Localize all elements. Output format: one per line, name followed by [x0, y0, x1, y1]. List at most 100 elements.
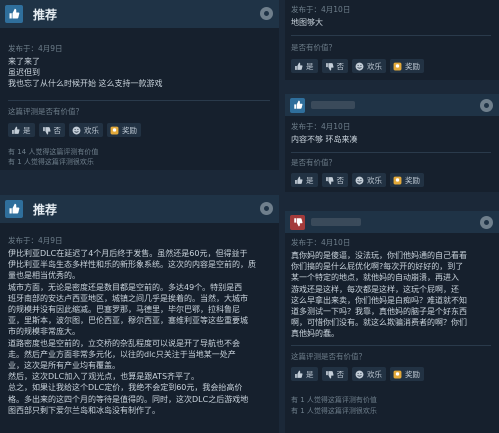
review-date: 发布于：4月10日 [291, 122, 351, 131]
vote-funny-button[interactable]: 欢乐 [352, 59, 386, 73]
recommended-label: 推荐 [33, 7, 58, 22]
vote-no-button[interactable]: 否 [321, 367, 348, 381]
smiley-icon [355, 62, 364, 71]
helpful-question: 这篇评测是否有价值？ [291, 352, 366, 361]
review-line: 来了来了 [8, 57, 40, 66]
award-icon [393, 176, 402, 185]
thumbs-up-icon [294, 62, 303, 71]
review-line: 伊比利亚半岛生态多样性和乐的新形象系统。这次的内容是空前的，质 [8, 260, 256, 270]
vote-funny-label: 欢乐 [367, 369, 382, 379]
review-card-1: 推荐 发布于：4月9日 来了来了 虽迟但到 我也忘了从什么时候开始 这么支持一款… [0, 0, 279, 170]
vote-no-label: 否 [53, 125, 62, 135]
vote-funny-button[interactable]: 欢乐 [352, 367, 386, 381]
award-button[interactable]: 奖励 [390, 59, 424, 73]
review-line: 班牙南部的安达卢西亚地区，城镇之间几乎是挨着的。当然，大城市 [8, 293, 248, 303]
thumbs-down-icon [290, 214, 305, 230]
smiley-icon [355, 176, 364, 185]
review-line: 市的规模非常庞大。 [8, 327, 80, 337]
helpful-count: 有 1 人觉得这篇评测有价值 [291, 396, 377, 404]
review-line: 量也是相当优秀的。 [8, 271, 80, 281]
review-line: 亚，里斯本，波尔图，巴伦西亚，穆尔西亚，塞维利亚等这些重要城 [8, 316, 248, 326]
review-line: 然后，这次DLC加入了观光点，也算是跟ATS齐平了。 [8, 372, 200, 382]
username-redacted [311, 218, 361, 226]
award-button[interactable]: 奖励 [390, 367, 424, 381]
vote-yes-label: 是 [306, 175, 314, 185]
review-card-4: 发布于：4月10日 内容不够 环岛来凑 是否有价值？ 是 否 欢乐 奖励 [285, 94, 499, 192]
vote-yes-button[interactable]: 是 [291, 367, 318, 381]
helpful-question: 是否有价值？ [291, 43, 336, 52]
helpful-question: 是否有价值？ [291, 158, 336, 167]
review-line: 地图够大 [291, 18, 323, 27]
thumbs-up-icon [294, 176, 303, 185]
thumbs-down-icon [325, 62, 334, 71]
thumbs-down-icon [325, 370, 334, 379]
review-line: 走。然后产业方面非常多元化，以往的dlc只关注于当地某一处产 [8, 349, 236, 359]
vote-no-button[interactable]: 否 [38, 123, 65, 137]
vote-yes-label: 是 [306, 369, 314, 379]
review-line: 真你妈的是傻逼，没法玩，你们他妈通的自己看看 [291, 251, 467, 260]
review-text: 来了来了 虽迟但到 我也忘了从什么时候开始 这么支持一款游戏 [8, 56, 163, 90]
review-header [285, 94, 499, 116]
vote-yes-button[interactable]: 是 [8, 123, 35, 137]
review-line: 业，这次是所有产业均有覆盖。 [8, 361, 120, 371]
award-label: 奖励 [405, 61, 420, 71]
review-date: 发布于：4月9日 [8, 44, 63, 53]
award-button[interactable]: 奖励 [107, 123, 141, 137]
review-text: 伊比利亚DLC在延迟了4个月后终于发售。虽然还是60元，但得益于 伊比利亚半岛生… [8, 248, 256, 416]
thumbs-up-icon [294, 370, 303, 379]
vote-no-label: 否 [336, 61, 345, 71]
thumbs-up-icon [5, 5, 23, 23]
review-header: 推荐 [0, 195, 279, 223]
thumbs-down-icon [325, 176, 334, 185]
vote-no-label: 否 [336, 175, 345, 185]
award-icon [393, 62, 402, 71]
review-line: 道路密度也是空前的，立交桥的杂乱程度可以说是开了导航也不会 [8, 338, 240, 348]
review-card-3: 发布于：4月10日 地图够大 是否有价值？ 是 否 欢乐 奖励 [285, 0, 499, 80]
award-icon [110, 126, 119, 135]
helpful-question: 这篇评测是否有价值？ [8, 107, 83, 116]
review-line: 格。多出来的这四个月的等待是值得的。同时，这次DLC之后游戏地 [8, 394, 249, 404]
divider [291, 345, 491, 346]
award-label: 奖励 [405, 175, 420, 185]
thumbs-up-icon [5, 200, 23, 218]
funny-count: 有 1 人觉得这篇评测很欢乐 [291, 407, 377, 415]
review-card-2: 推荐 发布于：4月9日 伊比利亚DLC在延迟了4个月后终于发售。虽然还是60元，… [0, 195, 279, 433]
vote-no-button[interactable]: 否 [321, 59, 348, 73]
vote-funny-button[interactable]: 欢乐 [352, 173, 386, 187]
vote-funny-label: 欢乐 [367, 175, 382, 185]
vote-no-button[interactable]: 否 [321, 173, 348, 187]
review-line: 城市方面，无论是密度还是数目都是空前的。多达49个。特别是西 [8, 282, 243, 292]
review-line: 的规模并没有因此缩减。巴塞罗那，马德里，毕尔巴鄂，拉科鲁尼 [8, 305, 240, 315]
smiley-icon [72, 126, 81, 135]
review-line: 某一个特定的地点，就他妈的自动崩溃，再进入 [291, 273, 459, 283]
vote-yes-label: 是 [23, 125, 31, 135]
review-line: 道多测试一下吗？我靠，真他妈的脑子是个好东西 [291, 307, 467, 317]
recommended-label: 推荐 [33, 202, 58, 217]
review-header: 推荐 [0, 0, 279, 28]
review-line: 真他妈的蠢。 [291, 329, 339, 339]
award-label: 奖励 [405, 369, 420, 379]
review-line: 内容不够 环岛来凑 [291, 135, 358, 144]
vote-buttons: 是 否 欢乐 奖励 [291, 59, 424, 73]
award-icon [393, 370, 402, 379]
vote-buttons: 是 否 欢乐 奖励 [291, 173, 424, 187]
vote-funny-label: 欢乐 [367, 61, 382, 71]
award-label: 奖励 [122, 125, 137, 135]
review-text: 真你妈的是傻逼，没法玩，你们他妈通的自己看看 你们搞的是什么屁优化啊?每次开的好… [291, 250, 467, 340]
award-button[interactable]: 奖励 [390, 173, 424, 187]
vote-buttons: 是 否 欢乐 奖励 [8, 123, 141, 137]
review-date: 发布于：4月10日 [291, 5, 351, 14]
review-line: 伊比利亚DLC在延迟了4个月后终于发售。虽然还是60元，但得益于 [8, 249, 248, 258]
review-line: 虽迟但到 [8, 68, 40, 78]
vote-yes-button[interactable]: 是 [291, 59, 318, 73]
review-line: 游戏还是这样，每次都是这样，这玩个屁啊，还 [291, 284, 459, 294]
thumbs-down-icon [42, 126, 51, 135]
review-line: 啊，可惜你们没有。就这么欺骗消费者的啊？你们 [291, 318, 467, 328]
divider [291, 35, 491, 36]
review-date: 发布于：4月9日 [8, 236, 63, 245]
vote-no-label: 否 [336, 369, 345, 379]
vote-funny-button[interactable]: 欢乐 [69, 123, 103, 137]
vote-yes-button[interactable]: 是 [291, 173, 318, 187]
review-line: 总之，如果让我给这个DLC定价，我绝不会定到60元，我会抬高价 [8, 383, 243, 393]
divider [8, 100, 270, 101]
